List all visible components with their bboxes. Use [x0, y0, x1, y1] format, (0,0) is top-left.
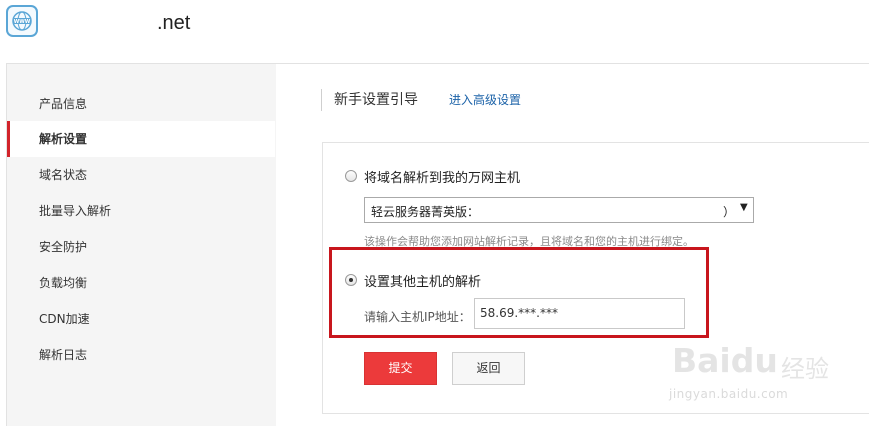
title-bar: 新手设置引导 进入高级设置 — [321, 89, 521, 111]
host-select[interactable]: 轻云服务器菁英版： ） ▼ — [364, 197, 754, 223]
watermark-sub: 经验 — [781, 355, 829, 383]
host-select-suffix: ） — [723, 205, 736, 219]
watermark-logo: Baidu — [672, 341, 778, 380]
watermark-url: jingyan.baidu.com — [669, 387, 789, 401]
sidebar-item-cdn[interactable]: CDN加速 — [7, 301, 275, 337]
chevron-down-icon[interactable]: ▼ — [740, 202, 748, 213]
sidebar-item-load-balancing[interactable]: 负载均衡 — [7, 265, 275, 301]
header: WWW .net — [0, 0, 869, 62]
domain-name: .net — [157, 12, 191, 34]
sidebar-item-dns-log[interactable]: 解析日志 — [7, 337, 275, 373]
sidebar-item-product-info[interactable]: 产品信息 — [7, 86, 275, 122]
sidebar-item-batch-import[interactable]: 批量导入解析 — [7, 193, 275, 229]
highlight-box — [329, 247, 709, 338]
watermark: Baidu 经验 jingyan.baidu.com — [666, 341, 866, 425]
page-title: 新手设置引导 — [334, 92, 418, 108]
option-own-host-label: 将域名解析到我的万网主机 — [364, 171, 521, 186]
svg-text:WWW: WWW — [14, 19, 31, 25]
back-button[interactable]: 返回 — [452, 352, 525, 385]
submit-button[interactable]: 提交 — [364, 352, 437, 385]
host-select-value: 轻云服务器菁英版： — [371, 205, 480, 219]
www-globe-icon[interactable]: WWW — [6, 5, 38, 37]
sidebar-item-security[interactable]: 安全防护 — [7, 229, 275, 265]
sidebar-item-dns-settings[interactable]: 解析设置 — [7, 121, 275, 157]
advanced-settings-link[interactable]: 进入高级设置 — [449, 89, 521, 111]
sidebar-item-domain-status[interactable]: 域名状态 — [7, 157, 275, 193]
radio-option-own-host[interactable] — [345, 170, 357, 182]
sidebar: 产品信息 解析设置 域名状态 批量导入解析 安全防护 负载均衡 CDN加速 解析… — [6, 63, 276, 426]
